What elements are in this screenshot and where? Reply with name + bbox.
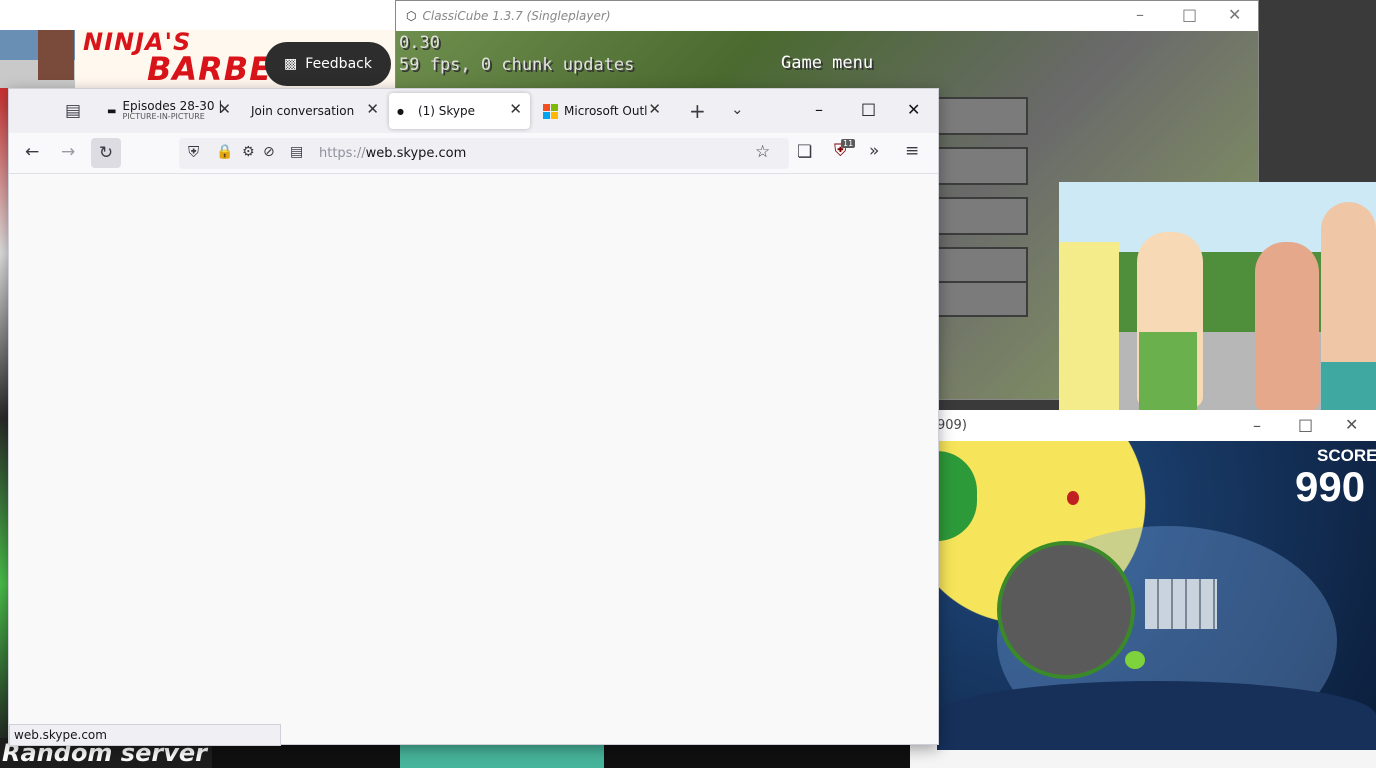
autoplay-blocked-icon[interactable]: ⊘ [263, 145, 275, 159]
more-tools-icon[interactable]: » [869, 143, 879, 160]
menu-button[interactable] [936, 247, 1028, 283]
firefox-view-button[interactable]: ▤ [53, 93, 93, 129]
angry-birds-titlebar[interactable]: 909) – □ ✕ [937, 410, 1376, 441]
red-bird [1067, 491, 1079, 505]
clouds [937, 681, 1376, 750]
cartoon-character [1255, 242, 1319, 411]
reader-view-icon[interactable]: ▤ [290, 145, 303, 159]
maximize-icon[interactable]: □ [1298, 415, 1313, 434]
close-icon[interactable]: ✕ [1345, 415, 1358, 434]
tab-strip: ▤ ▬ Episodes 28-30 | PICTURE-IN-PICTURE … [9, 89, 938, 133]
pig [1125, 651, 1145, 669]
back-icon[interactable]: ← [25, 144, 39, 161]
background-strip [0, 88, 8, 748]
url-bar[interactable]: ⛨ 🔒 ⚙ ⊘ ▤ https://web.skype.com ☆ [179, 138, 789, 169]
house-wall [1059, 242, 1119, 411]
list-all-tabs-icon[interactable]: ⌄ [731, 102, 744, 117]
tab-label: Microsoft Outlook [564, 104, 652, 118]
cube-icon: ⬡ [406, 9, 417, 23]
firefox-window[interactable]: ▤ ▬ Episodes 28-30 | PICTURE-IN-PICTURE … [8, 88, 939, 746]
ublock-badge: 11 [841, 139, 856, 148]
angry-birds-game-view[interactable]: SCORE 990 [937, 441, 1376, 750]
video-favicon-icon: ▬ [107, 105, 117, 117]
tab-outlook[interactable]: Microsoft Outlook ✕ [535, 93, 669, 129]
maximize-icon[interactable]: □ [861, 99, 876, 118]
picture-in-picture-video[interactable] [1059, 182, 1376, 411]
close-icon[interactable]: ✕ [907, 100, 920, 119]
game-menu-title: Game menu [781, 53, 874, 73]
extensions-icon[interactable]: ❏ [797, 144, 812, 161]
version-text: 0.30 [399, 33, 440, 53]
reload-icon[interactable]: ↻ [91, 138, 121, 168]
lock-icon[interactable]: 🔒 [216, 145, 233, 159]
feedback-label: Feedback [305, 56, 372, 72]
navigation-toolbar: ← → ↻ ⛨ 🔒 ⚙ ⊘ ▤ https://web.skype.com ☆ … [9, 133, 938, 174]
feedback-button[interactable]: ▩ Feedback [265, 42, 391, 86]
maximize-icon[interactable]: □ [1182, 5, 1197, 24]
angry-birds-title: 909) [937, 418, 967, 433]
minimize-icon[interactable]: – [815, 100, 823, 119]
close-tab-icon[interactable]: ✕ [509, 100, 522, 118]
url-text[interactable]: https://web.skype.com [319, 146, 466, 161]
tab-episodes[interactable]: ▬ Episodes 28-30 | PICTURE-IN-PICTURE ✕ [99, 93, 239, 129]
minimize-icon[interactable]: – [1136, 5, 1144, 24]
moon-planet [997, 541, 1135, 679]
close-tab-icon[interactable]: ✕ [648, 100, 661, 118]
menu-button[interactable] [936, 147, 1028, 185]
menu-button[interactable] [936, 281, 1028, 317]
permissions-icon[interactable]: ⚙ [242, 145, 255, 159]
tab-label: (1) Skype [417, 104, 476, 118]
page-content[interactable] [9, 174, 938, 744]
ice-structure [1145, 579, 1217, 629]
close-tab-icon[interactable]: ✕ [218, 100, 231, 118]
status-bar: web.skype.com [9, 724, 281, 746]
tab-sublabel: PICTURE-IN-PICTURE [122, 112, 205, 122]
feedback-icon: ▩ [284, 56, 298, 72]
score-value: 990 [1295, 463, 1366, 510]
tracking-protection-icon[interactable]: ⛨ [188, 145, 199, 160]
forward-icon[interactable]: → [61, 144, 75, 161]
cartoon-shorts [1321, 362, 1376, 411]
avatar [38, 30, 74, 80]
loading-dot-icon: ● [397, 106, 404, 116]
minimize-icon[interactable]: – [1253, 416, 1261, 435]
close-tab-icon[interactable]: ✕ [366, 100, 379, 118]
angry-birds-window[interactable]: 909) – □ ✕ SCORE 990 [937, 410, 1376, 750]
menu-button[interactable] [936, 197, 1028, 235]
firefox-view-icon: ▤ [64, 100, 82, 121]
close-icon[interactable]: ✕ [1228, 5, 1241, 24]
background-topbar [0, 0, 400, 30]
pause-button[interactable] [937, 451, 977, 541]
classicube-titlebar[interactable]: ⬡ ClassiCube 1.3.7 (Singleplayer) – □ ✕ [396, 1, 1258, 31]
tab-label: Join conversation [251, 104, 355, 118]
cartoon-shorts [1139, 332, 1197, 411]
bottom-green-panel [400, 742, 604, 768]
classicube-title: ClassiCube 1.3.7 (Singleplayer) [422, 9, 611, 23]
tab-join-conversation[interactable]: Join conversation ✕ [243, 93, 387, 129]
tab-skype[interactable]: ● (1) Skype ✕ [389, 93, 530, 129]
menu-icon[interactable]: ≡ [905, 143, 919, 160]
menu-button[interactable] [936, 97, 1028, 135]
microsoft-logo-icon [543, 103, 558, 119]
bookmark-star-icon[interactable]: ☆ [755, 144, 770, 161]
new-tab-icon[interactable]: + [689, 101, 706, 121]
fps-text: 59 fps, 0 chunk updates [399, 55, 635, 75]
